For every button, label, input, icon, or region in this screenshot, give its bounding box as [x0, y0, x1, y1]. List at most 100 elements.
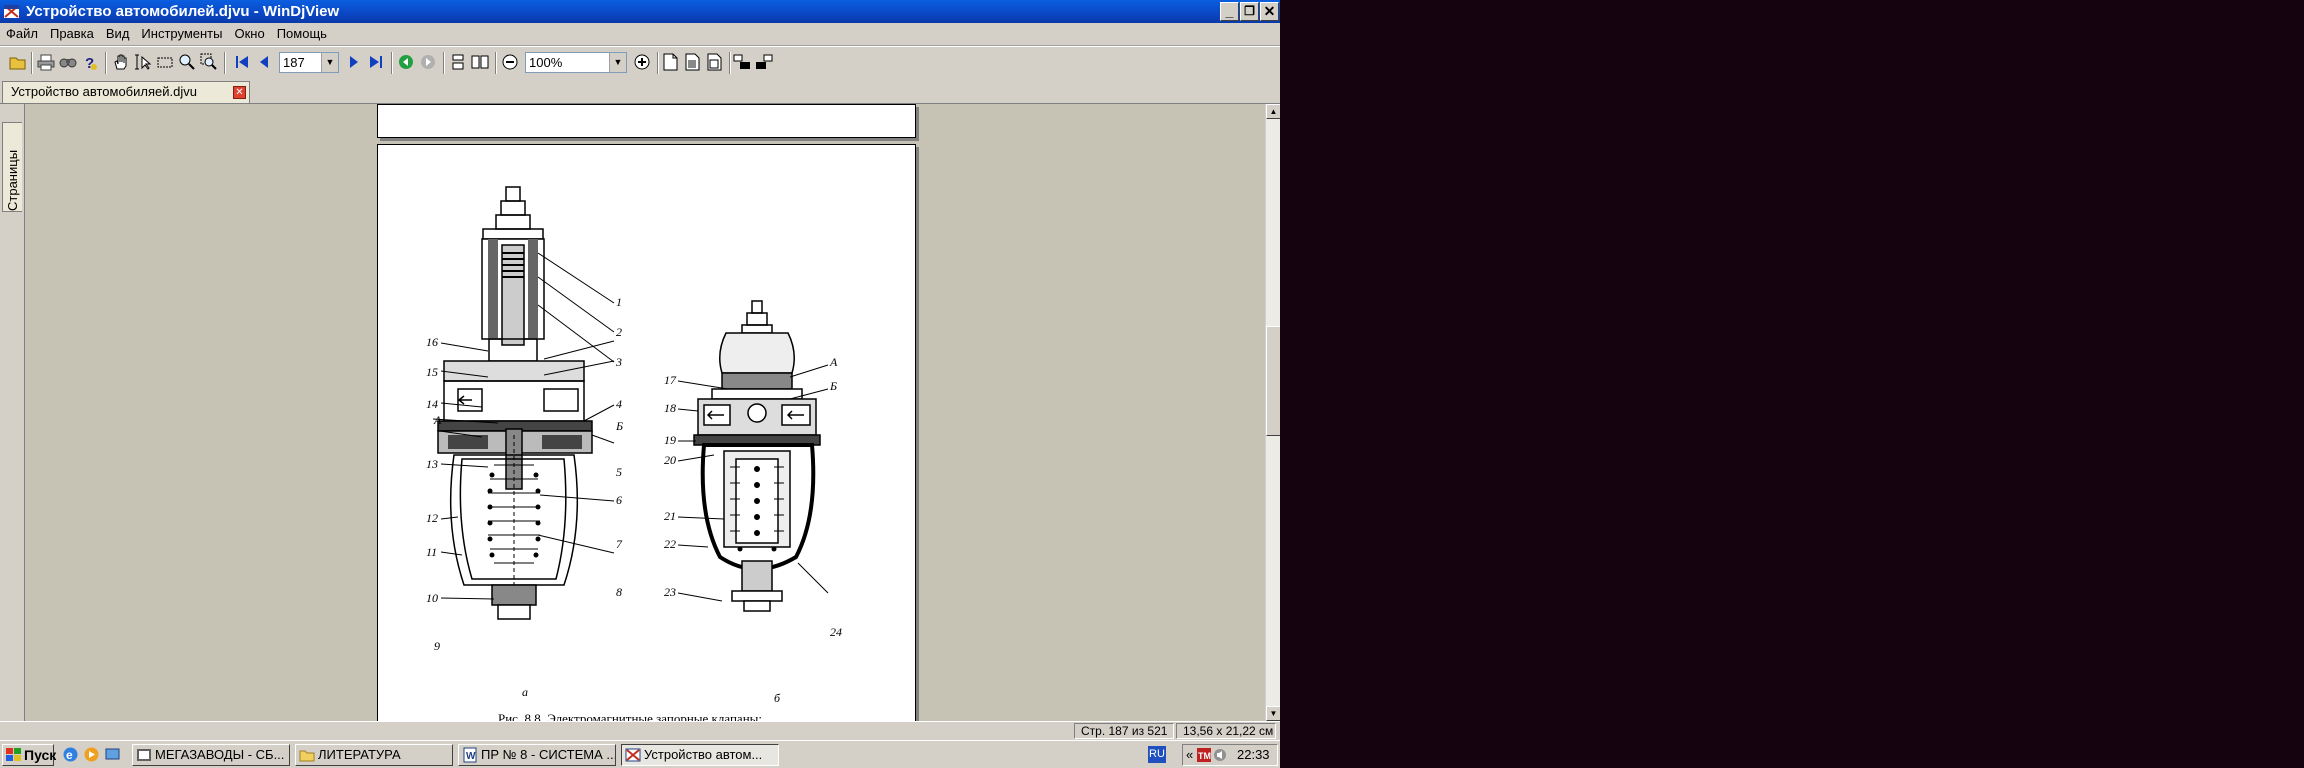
taskbar-task-megazavody[interactable]: МЕГАЗАВОДЫ - СБ... [132, 744, 290, 766]
taskbar-task-literatura[interactable]: ЛИТЕРАТУРА [295, 744, 453, 766]
menu-tools[interactable]: Инструменты [135, 23, 228, 45]
title-bar[interactable]: Устройство автомобилей.djvu - WinDjView … [0, 0, 1280, 23]
label-15: 15 [426, 365, 438, 379]
show-desktop-icon[interactable] [104, 746, 121, 763]
label-5: 5 [616, 465, 622, 479]
zoom-icon[interactable] [178, 53, 196, 71]
antivirus-icon[interactable]: TM [1197, 748, 1211, 762]
toolbar-separator [391, 52, 393, 74]
help-icon[interactable]: ? [81, 53, 99, 71]
taskbar-task-word[interactable]: W ПР № 8 - СИСТЕМА ... [458, 744, 616, 766]
display-bw-icon[interactable] [683, 53, 701, 71]
label-12: 12 [426, 511, 438, 525]
ie-icon[interactable]: e [62, 746, 79, 763]
side-panel: Страницы [0, 104, 25, 721]
tab-pages[interactable]: Страницы [2, 122, 22, 212]
current-page: 1 2 3 4 Б 5 6 7 8 16 15 14 А 13 12 11 10… [377, 144, 916, 721]
menu-edit[interactable]: Правка [44, 23, 100, 45]
rotate-right-icon[interactable] [755, 53, 773, 71]
label-22: 22 [664, 537, 676, 551]
last-page-icon[interactable] [367, 53, 385, 71]
select-icon[interactable] [134, 53, 152, 71]
forward-icon[interactable] [419, 53, 437, 71]
language-indicator[interactable]: RU [1148, 746, 1166, 763]
sub-label-b: б [774, 691, 781, 705]
task-label: МЕГАЗАВОДЫ - СБ... [155, 747, 285, 762]
minimize-button[interactable]: _ [1220, 2, 1239, 21]
restore-button[interactable]: ❐ [1240, 2, 1259, 21]
zoom-value: 100% [529, 55, 563, 70]
label-10: 10 [426, 591, 438, 605]
label-19: 19 [664, 433, 676, 447]
label-11: 11 [426, 545, 438, 559]
close-tab-icon[interactable]: ✕ [233, 86, 246, 99]
zoom-in-icon[interactable] [633, 53, 651, 71]
label-b-left: Б [616, 419, 624, 433]
toolbar-separator [224, 52, 226, 74]
label-b-right: Б [830, 379, 838, 393]
tray-expand-chevron-icon[interactable]: « [1186, 745, 1193, 765]
taskbar-task-windjview[interactable]: Устройство автом... [621, 744, 779, 766]
svg-text:W: W [466, 751, 476, 762]
figure-caption: Рис. 8.8. Электромагнитные запорные клап… [498, 711, 762, 721]
zoom-out-icon[interactable] [501, 53, 519, 71]
previous-page [377, 104, 916, 138]
single-page-icon[interactable] [449, 53, 467, 71]
system-tray: « TM 22:33 [1182, 744, 1278, 766]
word-icon: W [463, 747, 477, 763]
scroll-down-icon[interactable]: ▼ [1266, 706, 1280, 721]
app-icon [4, 5, 19, 18]
document-viewer[interactable]: 1 2 3 4 Б 5 6 7 8 16 15 14 А 13 12 11 10… [25, 104, 1265, 721]
zoom-rect-icon[interactable] [200, 53, 218, 71]
open-icon[interactable] [9, 53, 27, 71]
scroll-up-icon[interactable]: ▲ [1266, 104, 1280, 119]
label-4: 4 [616, 397, 622, 411]
find-icon[interactable] [59, 53, 77, 71]
toolbar-separator [443, 52, 445, 74]
facing-pages-icon[interactable] [471, 53, 489, 71]
window-title: Устройство автомобилей.djvu - WinDjView [26, 3, 340, 20]
label-8: 8 [616, 585, 622, 599]
volume-icon[interactable] [1213, 748, 1227, 762]
media-player-icon[interactable] [83, 746, 100, 763]
windjview-icon [625, 748, 641, 762]
page-number-combo[interactable]: 187 ▼ [279, 52, 339, 73]
rotate-left-icon[interactable] [733, 53, 751, 71]
toolbar-separator [495, 52, 497, 74]
label-24: 24 [830, 625, 842, 639]
label-3: 3 [616, 355, 622, 369]
chevron-down-icon[interactable]: ▼ [609, 53, 626, 72]
tab-document[interactable]: Устройство автомобиляей.djvu ✕ [2, 81, 250, 103]
hand-icon[interactable] [112, 53, 130, 71]
status-page-info: Стр. 187 из 521 [1074, 723, 1174, 739]
menu-help[interactable]: Помощь [271, 23, 333, 45]
menu-view[interactable]: Вид [100, 23, 136, 45]
start-button[interactable]: Пуск [2, 744, 56, 766]
label-13: 13 [426, 457, 438, 471]
task-label: Устройство автом... [644, 747, 763, 762]
display-fg-icon[interactable] [705, 53, 723, 71]
first-page-icon[interactable] [233, 53, 251, 71]
svg-text:e: e [66, 748, 73, 762]
zoom-combo[interactable]: 100% ▼ [525, 52, 627, 73]
print-icon[interactable] [37, 53, 55, 71]
chevron-down-icon[interactable]: ▼ [321, 53, 338, 72]
prev-page-icon[interactable] [255, 53, 273, 71]
app-window: Устройство автомобилей.djvu - WinDjView … [0, 0, 1280, 768]
close-button[interactable]: ✕ [1260, 2, 1279, 21]
scroll-thumb[interactable] [1266, 326, 1280, 436]
rect-select-icon[interactable] [156, 53, 174, 71]
label-a-right: А [830, 355, 838, 369]
sub-label-a: а [522, 685, 528, 699]
back-icon[interactable] [397, 53, 415, 71]
display-color-icon[interactable] [661, 53, 679, 71]
clock[interactable]: 22:33 [1237, 745, 1270, 765]
folder-icon [299, 750, 315, 762]
vertical-scrollbar[interactable]: ▲ ▼ [1265, 104, 1280, 721]
page-number-value: 187 [283, 55, 305, 70]
menu-window[interactable]: Окно [228, 23, 270, 45]
toolbar-separator [657, 52, 659, 74]
menu-bar: Файл Правка Вид Инструменты Окно Помощь [0, 23, 1280, 46]
next-page-icon[interactable] [345, 53, 363, 71]
menu-file[interactable]: Файл [0, 23, 44, 45]
